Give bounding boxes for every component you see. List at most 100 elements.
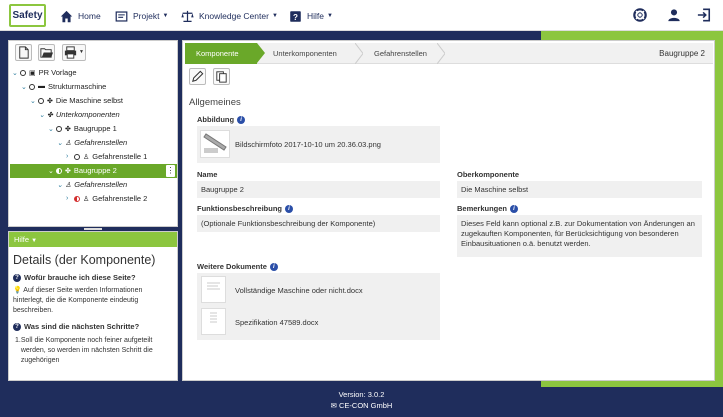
print-button[interactable]: ▼	[62, 44, 86, 61]
current-item-title: Baugruppe 2	[659, 49, 705, 58]
app-logo[interactable]: Safety	[9, 4, 46, 27]
info-icon[interactable]: i	[269, 262, 278, 271]
documents-field: Vollständige Maschine oder nicht.docx Sp…	[197, 273, 440, 340]
tree-panel: ▼ ⋮ ⌄ ▣ PR Vorlage ⌄ ▬ Strukturmaschine …	[8, 40, 178, 227]
status-circle-icon	[74, 195, 80, 202]
chevron-down-icon: ⌄	[57, 181, 63, 189]
document-thumbnail[interactable]	[201, 308, 226, 335]
tree-node-baugruppe-2[interactable]: ⌄ ✤ Baugruppe 2	[48, 164, 117, 177]
tree-label: PR Vorlage	[38, 68, 77, 77]
question-circle-icon: ?	[13, 273, 21, 282]
pencil-icon	[192, 70, 204, 82]
bemerkungen-field: Dieses Feld kann optional z.B. zur Dokum…	[457, 215, 702, 257]
document-name[interactable]: Spezifikation 47589.docx	[235, 318, 318, 328]
nav-projekt-label: Projekt	[133, 11, 160, 21]
nav-hilfe-label: Hilfe	[307, 11, 325, 21]
company-line: ✉ CE-CON GmbH	[0, 400, 723, 411]
chevron-down-icon: ▼	[79, 49, 84, 55]
tab-unterkomponenten[interactable]: Unterkomponenten	[273, 43, 337, 64]
open-folder-button[interactable]	[38, 44, 55, 61]
info-icon[interactable]: i	[237, 115, 246, 124]
weitere-dokumente-label: Weitere Dokumente i	[197, 262, 278, 271]
help-question-2: ? Was sind die nächsten Schritte?	[9, 317, 177, 334]
puzzle-icon: ✤	[65, 125, 71, 133]
tree-node-unterkomponenten[interactable]: ⌄ ✤ Unterkomponenten	[39, 108, 120, 121]
envelope-icon[interactable]: ✉	[331, 401, 337, 410]
tree-node-gefahrenstellen-2[interactable]: ⌄ ♙ Gefahrenstellen	[57, 178, 127, 191]
chevron-down-icon: ⌄	[39, 111, 45, 119]
name-label: Name	[197, 170, 217, 179]
document-thumbnail[interactable]	[201, 276, 226, 303]
kebab-menu-icon[interactable]: ⋮	[166, 165, 175, 177]
tree-node-baugruppe-1[interactable]: ⌄ ✤ Baugruppe 1	[48, 122, 117, 135]
info-icon[interactable]: i	[510, 204, 519, 213]
version-text: Version: 3.0.2	[338, 390, 385, 399]
chevron-down-icon: ⌄	[48, 125, 54, 133]
nav-hilfe[interactable]: ? Hilfe ▼	[289, 8, 333, 24]
tree-label: Unterkomponenten	[55, 110, 120, 119]
chevron-down-icon: ⌄	[21, 83, 27, 91]
help-book-icon: ?	[290, 10, 301, 22]
abbildung-field: Bildschirmfoto 2017-10-10 um 20.36.03.pn…	[197, 126, 440, 163]
label-text: Abbildung	[197, 115, 235, 124]
tab-komponente[interactable]: Komponente	[185, 43, 265, 64]
printer-icon	[64, 46, 77, 59]
help-header[interactable]: Hilfe ▼	[9, 232, 177, 247]
tree-node-gefahrenstelle-1[interactable]: › ♙ Gefahrenstelle 1	[66, 150, 147, 163]
oberkomponente-label: Oberkomponente	[457, 170, 519, 179]
oberkomponente-field: Die Maschine selbst	[457, 181, 702, 198]
tree-node-strukturmaschine[interactable]: ⌄ ▬ Strukturmaschine	[21, 80, 106, 93]
main-panel: Komponente Unterkomponenten Gefahrenstel…	[182, 40, 715, 381]
panel-splitter[interactable]	[84, 228, 102, 230]
image-thumbnail[interactable]	[200, 130, 230, 158]
puzzle-icon: ✤	[47, 97, 53, 105]
tree-node-pr-vorlage[interactable]: ⌄ ▣ PR Vorlage	[12, 66, 77, 79]
nav-home[interactable]: Home	[60, 8, 101, 24]
document-icon	[210, 312, 217, 323]
puzzle-icon: ✤	[65, 167, 71, 175]
machine-icon: ▬	[38, 83, 45, 90]
home-icon	[60, 10, 73, 22]
status-circle-icon	[56, 167, 62, 174]
image-filename[interactable]: Bildschirmfoto 2017-10-10 um 20.36.03.pn…	[235, 140, 381, 150]
logout-icon[interactable]	[697, 8, 711, 22]
tree-label: Gefahrenstelle 2	[92, 194, 148, 203]
help-panel: Hilfe ▼ Details (der Komponente) ? Wofür…	[8, 231, 178, 381]
edit-button[interactable]	[189, 68, 206, 85]
tree-node-gefahrenstelle-2[interactable]: › ♙ Gefahrenstelle 2	[66, 192, 147, 205]
chevron-right-icon: ›	[66, 195, 69, 202]
new-file-icon	[19, 46, 29, 59]
tree-label: Gefahrenstellen	[74, 138, 128, 147]
tree-label: Baugruppe 2	[73, 166, 117, 175]
company-name[interactable]: CE-CON GmbH	[339, 401, 392, 410]
tree-label: Baugruppe 1	[73, 124, 117, 133]
document-name[interactable]: Vollständige Maschine oder nicht.docx	[235, 286, 363, 296]
info-icon[interactable]: i	[285, 204, 294, 213]
nav-home-label: Home	[78, 11, 101, 21]
tree-label: Gefahrenstelle 1	[92, 152, 148, 161]
warning-person-icon: ♙	[65, 139, 72, 147]
tree-node-maschine[interactable]: ⌄ ✤ Die Maschine selbst	[30, 94, 123, 107]
lifebuoy-icon[interactable]	[633, 8, 647, 22]
folder-open-icon	[40, 48, 54, 58]
tab-gefahrenstellen[interactable]: Gefahrenstellen	[374, 43, 427, 64]
nav-projekt[interactable]: Projekt ▼	[115, 8, 168, 24]
nav-knowledge-center[interactable]: Knowledge Center ▼	[181, 8, 278, 24]
label-text: Bemerkungen	[457, 204, 508, 213]
chevron-down-icon: ▼	[31, 238, 38, 244]
funktionsbeschreibung-label: Funktionsbeschreibung i	[197, 204, 294, 213]
user-icon[interactable]	[667, 8, 681, 22]
label-text: Weitere Dokumente	[197, 262, 267, 271]
copy-icon	[216, 71, 227, 83]
chevron-down-icon: ▼	[162, 13, 169, 19]
lightbulb-icon: 💡	[13, 287, 22, 294]
section-title: Allgemeines	[189, 97, 241, 108]
tree-node-gefahrenstellen-1[interactable]: ⌄ ♙ Gefahrenstellen	[57, 136, 127, 149]
copy-button[interactable]	[213, 68, 230, 85]
new-document-button[interactable]	[15, 44, 32, 61]
chevron-down-icon: ⌄	[57, 139, 63, 147]
breadcrumb-tabs: Komponente Unterkomponenten Gefahrenstel…	[185, 43, 713, 64]
help-answer-text: Auf dieser Seite werden Informationen hi…	[13, 287, 143, 314]
help-list-item: 1. Soll die Komponente noch feiner aufge…	[9, 334, 177, 366]
tree-label: Strukturmaschine	[48, 82, 107, 91]
